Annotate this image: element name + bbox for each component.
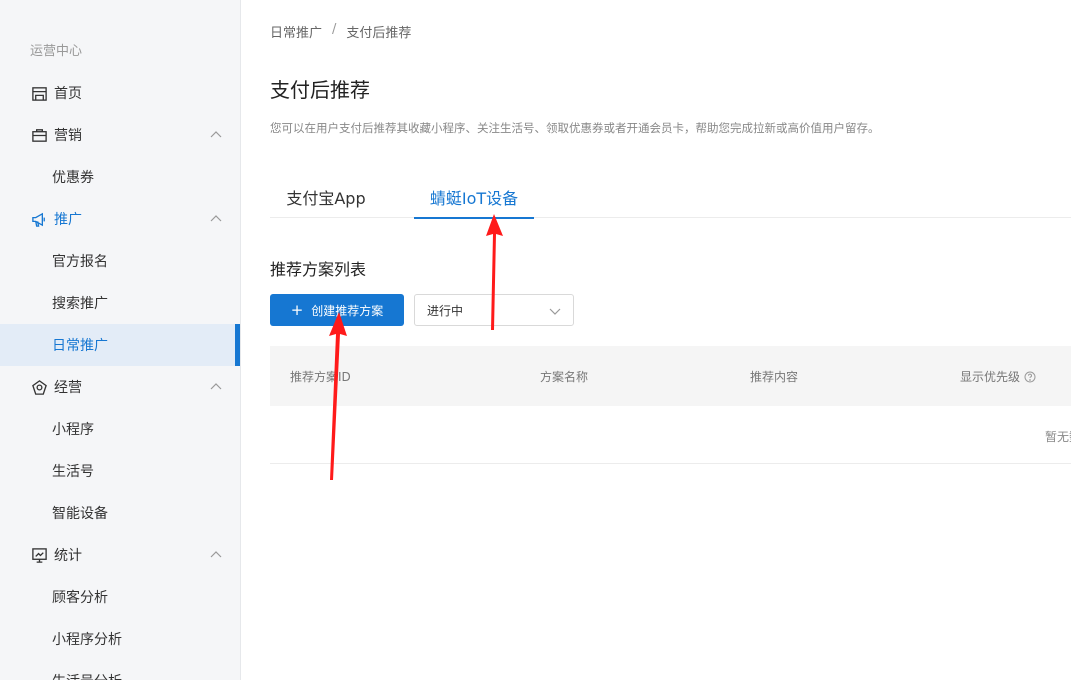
sidebar-item-mini-program-analysis[interactable]: 小程序分析 [0,618,240,660]
main-content: 日常推广 / 支付后推荐 支付后推荐 您可以在用户支付后推荐其收藏小程序、关注生… [241,0,1071,680]
table-body: 暂无数据 [270,406,1071,464]
sidebar-item-label: 智能设备 [52,506,108,522]
monitor-chart-icon [30,546,48,564]
create-plan-label: 创建推荐方案 [311,303,384,318]
column-label: 显示优先级 [960,370,1021,384]
column-header-plan-name: 方案名称 [540,368,588,385]
chevron-down-icon [549,308,561,315]
chevron-up-icon[interactable] [210,381,222,393]
breadcrumb: 日常推广 / 支付后推荐 [270,22,411,41]
page-description: 您可以在用户支付后推荐其收藏小程序、关注生活号、领取优惠券或者开通会员卡，帮助您… [270,121,880,135]
column-label: 方案名称 [540,370,589,384]
sidebar-item-label: 统计 [54,548,82,564]
sidebar-item-label: 日常推广 [52,338,108,354]
sidebar-item-life-account-analysis[interactable]: 生活号分析 [0,660,240,680]
chevron-up-icon[interactable] [210,213,222,225]
briefcase-icon [30,126,48,144]
sidebar-item-label: 经营 [54,380,82,396]
column-label: 推荐内容 [750,370,799,384]
sidebar-item-label: 推广 [54,212,82,228]
question-circle-icon[interactable] [1024,371,1036,383]
create-plan-button[interactable]: + 创建推荐方案 [270,294,404,326]
chevron-up-icon[interactable] [210,129,222,141]
column-label: 推荐方案ID [290,370,351,384]
breadcrumb-current: 支付后推荐 [346,26,412,41]
breadcrumb-parent[interactable]: 日常推广 [270,22,322,41]
column-header-priority: 显示优先级 [960,368,1036,385]
sidebar-item-official-signup[interactable]: 官方报名 [0,240,240,282]
sidebar: 运营中心 首页 营销 优惠券 推广 官方报名 搜索推广 日常推广 经营 小程序 … [0,0,241,680]
sidebar-item-label: 营销 [54,128,82,144]
sidebar-item-mini-program[interactable]: 小程序 [0,408,240,450]
sidebar-item-home[interactable]: 首页 [0,72,240,114]
page-title: 支付后推荐 [270,78,370,102]
sidebar-item-label: 生活号 [52,464,94,480]
sidebar-item-operation[interactable]: 经营 [0,366,240,408]
sidebar-item-label: 小程序 [52,422,94,438]
status-select[interactable]: 进行中 [414,294,574,326]
sidebar-item-smart-device[interactable]: 智能设备 [0,492,240,534]
status-select-value: 进行中 [427,303,464,318]
sidebar-item-label: 小程序分析 [52,632,122,648]
tab-bar: 支付宝App 蜻蜓IoT设备 [270,182,1071,219]
table-empty-text: 暂无数据 [1045,430,1071,444]
breadcrumb-separator: / [332,22,337,37]
sidebar-item-promotion[interactable]: 推广 [0,198,240,240]
section-title: 推荐方案列表 [270,260,367,279]
sidebar-item-label: 生活号分析 [52,671,122,680]
sidebar-item-stats[interactable]: 统计 [0,534,240,576]
table-header: 推荐方案ID 方案名称 推荐内容 显示优先级 [270,346,1071,406]
sidebar-item-customer-analysis[interactable]: 顾客分析 [0,576,240,618]
sidebar-item-label: 首页 [54,86,82,102]
chevron-up-icon[interactable] [210,549,222,561]
plus-icon: + [290,300,304,319]
sidebar-item-marketing[interactable]: 营销 [0,114,240,156]
sidebar-item-label: 官方报名 [52,254,108,270]
megaphone-icon [30,210,48,228]
sidebar-item-label: 优惠券 [52,170,94,186]
tab-alipay-app[interactable]: 支付宝App [270,182,382,218]
shop-icon [30,84,48,102]
sidebar-item-label: 搜索推广 [52,296,108,312]
sidebar-item-label: 顾客分析 [52,590,108,606]
column-header-content: 推荐内容 [750,368,798,385]
tab-iot-device[interactable]: 蜻蜓IoT设备 [414,182,534,219]
sidebar-item-search-promo[interactable]: 搜索推广 [0,282,240,324]
column-header-plan-id: 推荐方案ID [290,368,351,385]
sidebar-item-coupon[interactable]: 优惠券 [0,156,240,198]
sidebar-item-life-account[interactable]: 生活号 [0,450,240,492]
sidebar-item-daily-promo[interactable]: 日常推广 [0,324,240,366]
gem-icon [30,378,48,396]
sidebar-section-title: 运营中心 [30,44,83,59]
